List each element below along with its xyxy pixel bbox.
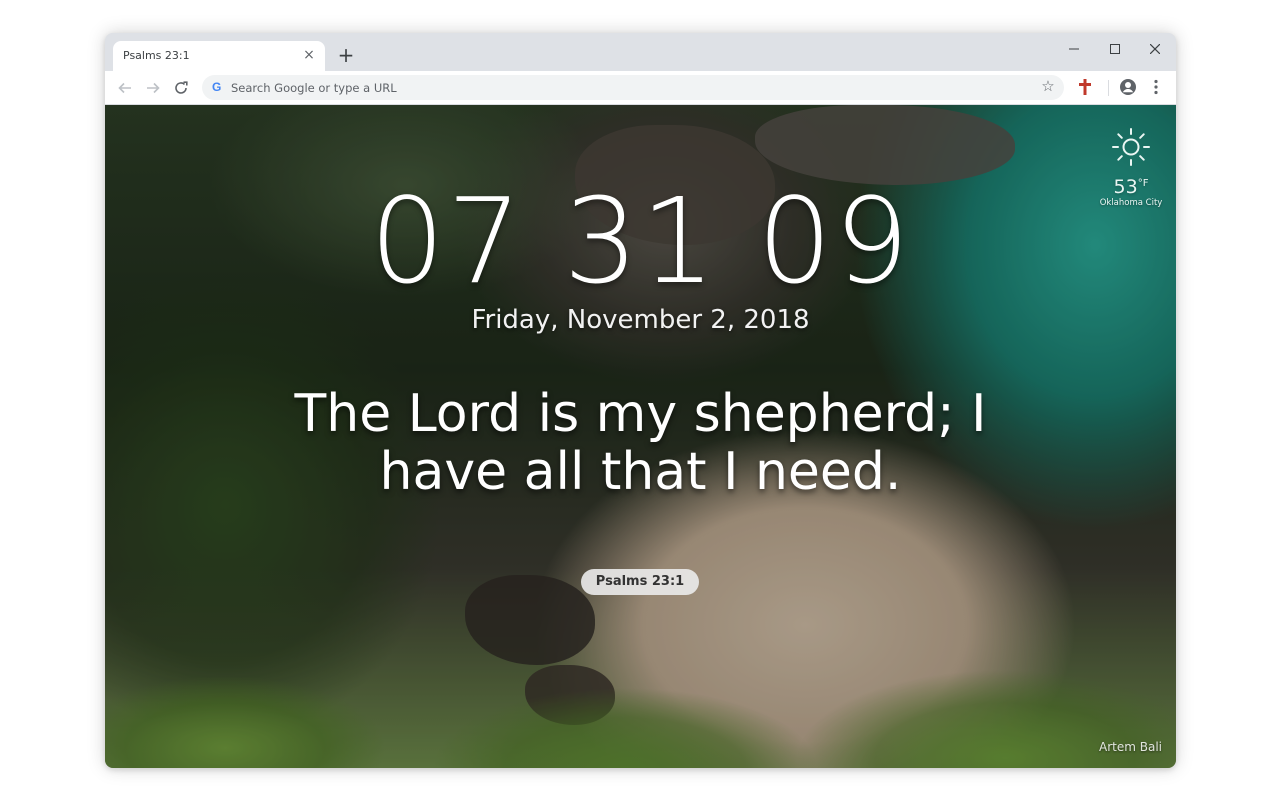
reload-icon[interactable] bbox=[169, 76, 193, 100]
menu-icon[interactable] bbox=[1146, 77, 1166, 97]
omnibox[interactable]: G Search Google or type a URL bbox=[202, 75, 1064, 100]
cross-extension-icon[interactable] bbox=[1075, 76, 1095, 98]
close-icon[interactable] bbox=[1137, 37, 1173, 61]
maximize-icon[interactable] bbox=[1097, 37, 1133, 61]
sun-icon bbox=[1112, 128, 1150, 166]
bible-verse: The Lord is my shepherd; I have all that… bbox=[294, 384, 987, 502]
omnibox-placeholder[interactable]: Search Google or type a URL bbox=[231, 81, 397, 95]
clock: 07 31 09 bbox=[369, 172, 912, 310]
back-icon[interactable] bbox=[113, 76, 137, 100]
minimize-icon[interactable] bbox=[1056, 37, 1092, 61]
tab-close-icon[interactable]: × bbox=[301, 47, 317, 63]
toolbar: G Search Google or type a URL ☆ bbox=[105, 71, 1176, 105]
google-logo-icon: G bbox=[212, 80, 222, 94]
new-tab-page: 53°F Oklahoma City 07 31 09 Friday, Nove… bbox=[105, 105, 1176, 768]
star-icon[interactable]: ☆ bbox=[1038, 76, 1058, 96]
date-label: Friday, November 2, 2018 bbox=[471, 305, 810, 335]
browser-window: Psalms 23:1 × + G Search Google or type … bbox=[105, 33, 1176, 768]
new-tab-button[interactable]: + bbox=[335, 45, 357, 67]
photo-credit-link[interactable]: Artem Bali bbox=[1099, 740, 1162, 754]
tab-psalms[interactable]: Psalms 23:1 × bbox=[113, 41, 325, 71]
tab-title: Psalms 23:1 bbox=[123, 49, 190, 62]
toolbar-separator bbox=[1108, 80, 1109, 96]
tab-strip: Psalms 23:1 × + bbox=[105, 33, 1176, 71]
verse-reference-button[interactable]: Psalms 23:1 bbox=[581, 569, 699, 595]
profile-icon[interactable] bbox=[1118, 77, 1138, 97]
forward-icon[interactable] bbox=[141, 76, 165, 100]
